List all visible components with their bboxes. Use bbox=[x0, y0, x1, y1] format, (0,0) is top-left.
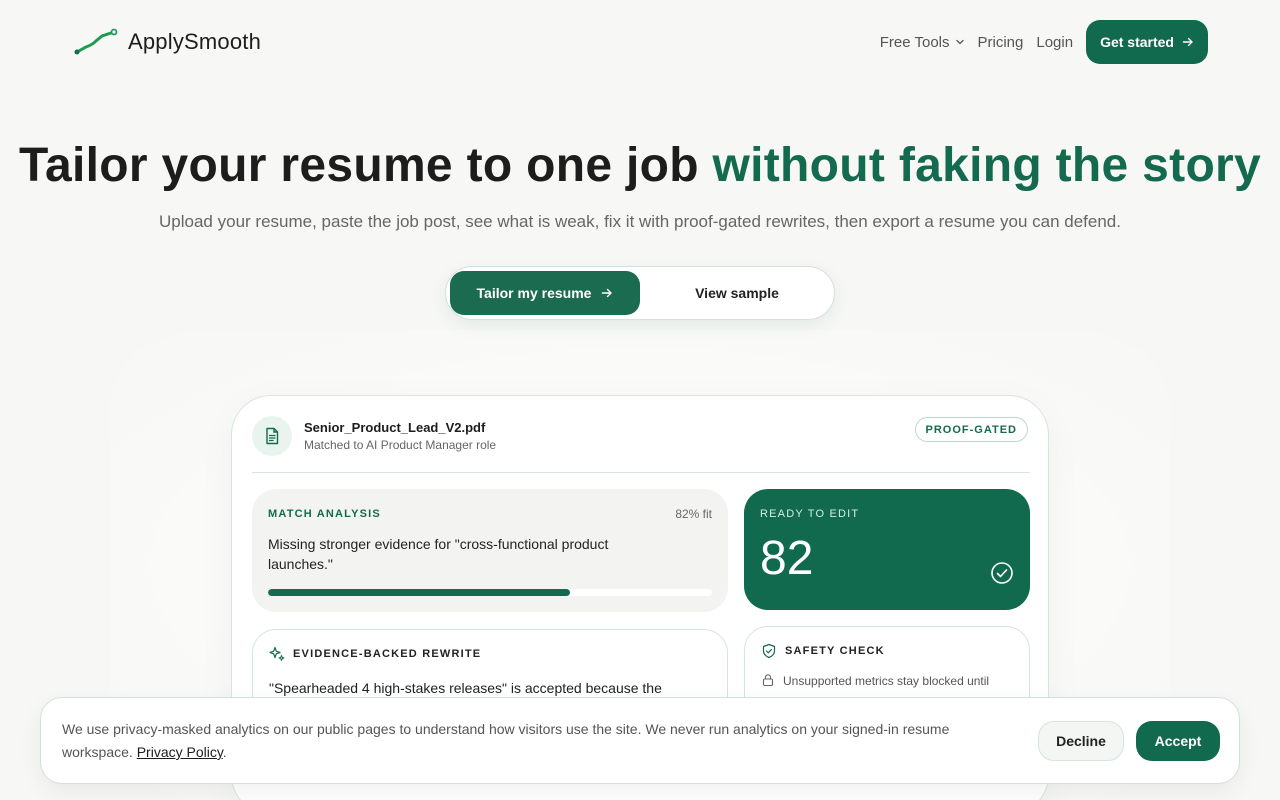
hero-subtitle: Upload your resume, paste the job post, … bbox=[159, 212, 1121, 231]
nav-login[interactable]: Login bbox=[1036, 34, 1073, 51]
tailor-resume-button[interactable]: Tailor my resume bbox=[450, 271, 640, 315]
match-progress-fill bbox=[268, 589, 570, 596]
card-divider bbox=[252, 472, 1030, 473]
rewrite-label: EVIDENCE-BACKED REWRITE bbox=[293, 648, 482, 660]
tailor-resume-label: Tailor my resume bbox=[476, 285, 592, 301]
nav-free-tools-label: Free Tools bbox=[879, 33, 950, 51]
safety-text: Unsupported metrics stay blocked until bbox=[783, 674, 990, 688]
hero-title-main: Tailor your resume to one job bbox=[18, 139, 713, 192]
hero-title-accent: without faking the story bbox=[712, 139, 1262, 192]
cookie-banner: We use privacy-masked analytics on our p… bbox=[40, 697, 1240, 784]
arrow-right-icon bbox=[1182, 37, 1193, 47]
sparkles-icon bbox=[269, 646, 285, 661]
safety-label: SAFETY CHECK bbox=[785, 645, 885, 657]
shield-check-icon bbox=[762, 643, 776, 659]
get-started-button[interactable]: Get started bbox=[1086, 20, 1208, 64]
decline-button[interactable]: Decline bbox=[1038, 721, 1124, 761]
document-icon bbox=[266, 427, 279, 445]
accept-button[interactable]: Accept bbox=[1136, 721, 1220, 761]
file-subtitle: Matched to AI Product Manager role bbox=[304, 438, 497, 452]
file-name: Senior_Product_Lead_V2.pdf bbox=[304, 420, 486, 435]
cookie-suffix: . bbox=[222, 744, 227, 760]
nav-free-tools[interactable]: Free Tools bbox=[880, 34, 965, 51]
cookie-text: We use privacy-masked analytics on our p… bbox=[62, 718, 1012, 764]
top-nav: ApplySmooth Free Tools Pricing Login Get… bbox=[0, 20, 1280, 64]
nav-pricing[interactable]: Pricing bbox=[978, 34, 1024, 51]
arrow-right-icon bbox=[602, 288, 613, 298]
match-progress-bar bbox=[268, 589, 712, 596]
match-analysis-text: Missing stronger evidence for "cross-fun… bbox=[268, 536, 609, 572]
ready-to-edit-panel: READY TO EDIT 82 bbox=[744, 489, 1030, 610]
check-circle-icon bbox=[991, 562, 1013, 584]
brand-name: ApplySmooth bbox=[128, 29, 262, 54]
file-icon-wrap bbox=[252, 416, 292, 456]
ready-score: 82 bbox=[760, 532, 814, 585]
lock-icon bbox=[762, 674, 774, 687]
hero-cta-group: Tailor my resume View sample bbox=[445, 266, 835, 320]
view-sample-button[interactable]: View sample bbox=[642, 271, 832, 315]
hero-title: Tailor your resume to one job without fa… bbox=[0, 138, 1280, 193]
rewrite-text: "Spearheaded 4 high-stakes releases" is … bbox=[269, 680, 662, 696]
get-started-label: Get started bbox=[1100, 34, 1174, 50]
match-analysis-panel: MATCH ANALYSIS 82% fit Missing stronger … bbox=[252, 489, 728, 612]
privacy-policy-link[interactable]: Privacy Policy bbox=[137, 744, 223, 760]
match-fit-value: 82% fit bbox=[675, 507, 712, 521]
chevron-down-icon bbox=[955, 39, 964, 45]
nav-links: Free Tools Pricing Login Get started bbox=[867, 20, 1208, 64]
proof-gated-badge: PROOF-GATED bbox=[914, 417, 1028, 442]
brand-logo[interactable]: ApplySmooth bbox=[74, 28, 261, 56]
ready-label: READY TO EDIT bbox=[760, 508, 860, 520]
match-analysis-label: MATCH ANALYSIS bbox=[268, 508, 381, 520]
trend-line-icon bbox=[74, 28, 118, 55]
